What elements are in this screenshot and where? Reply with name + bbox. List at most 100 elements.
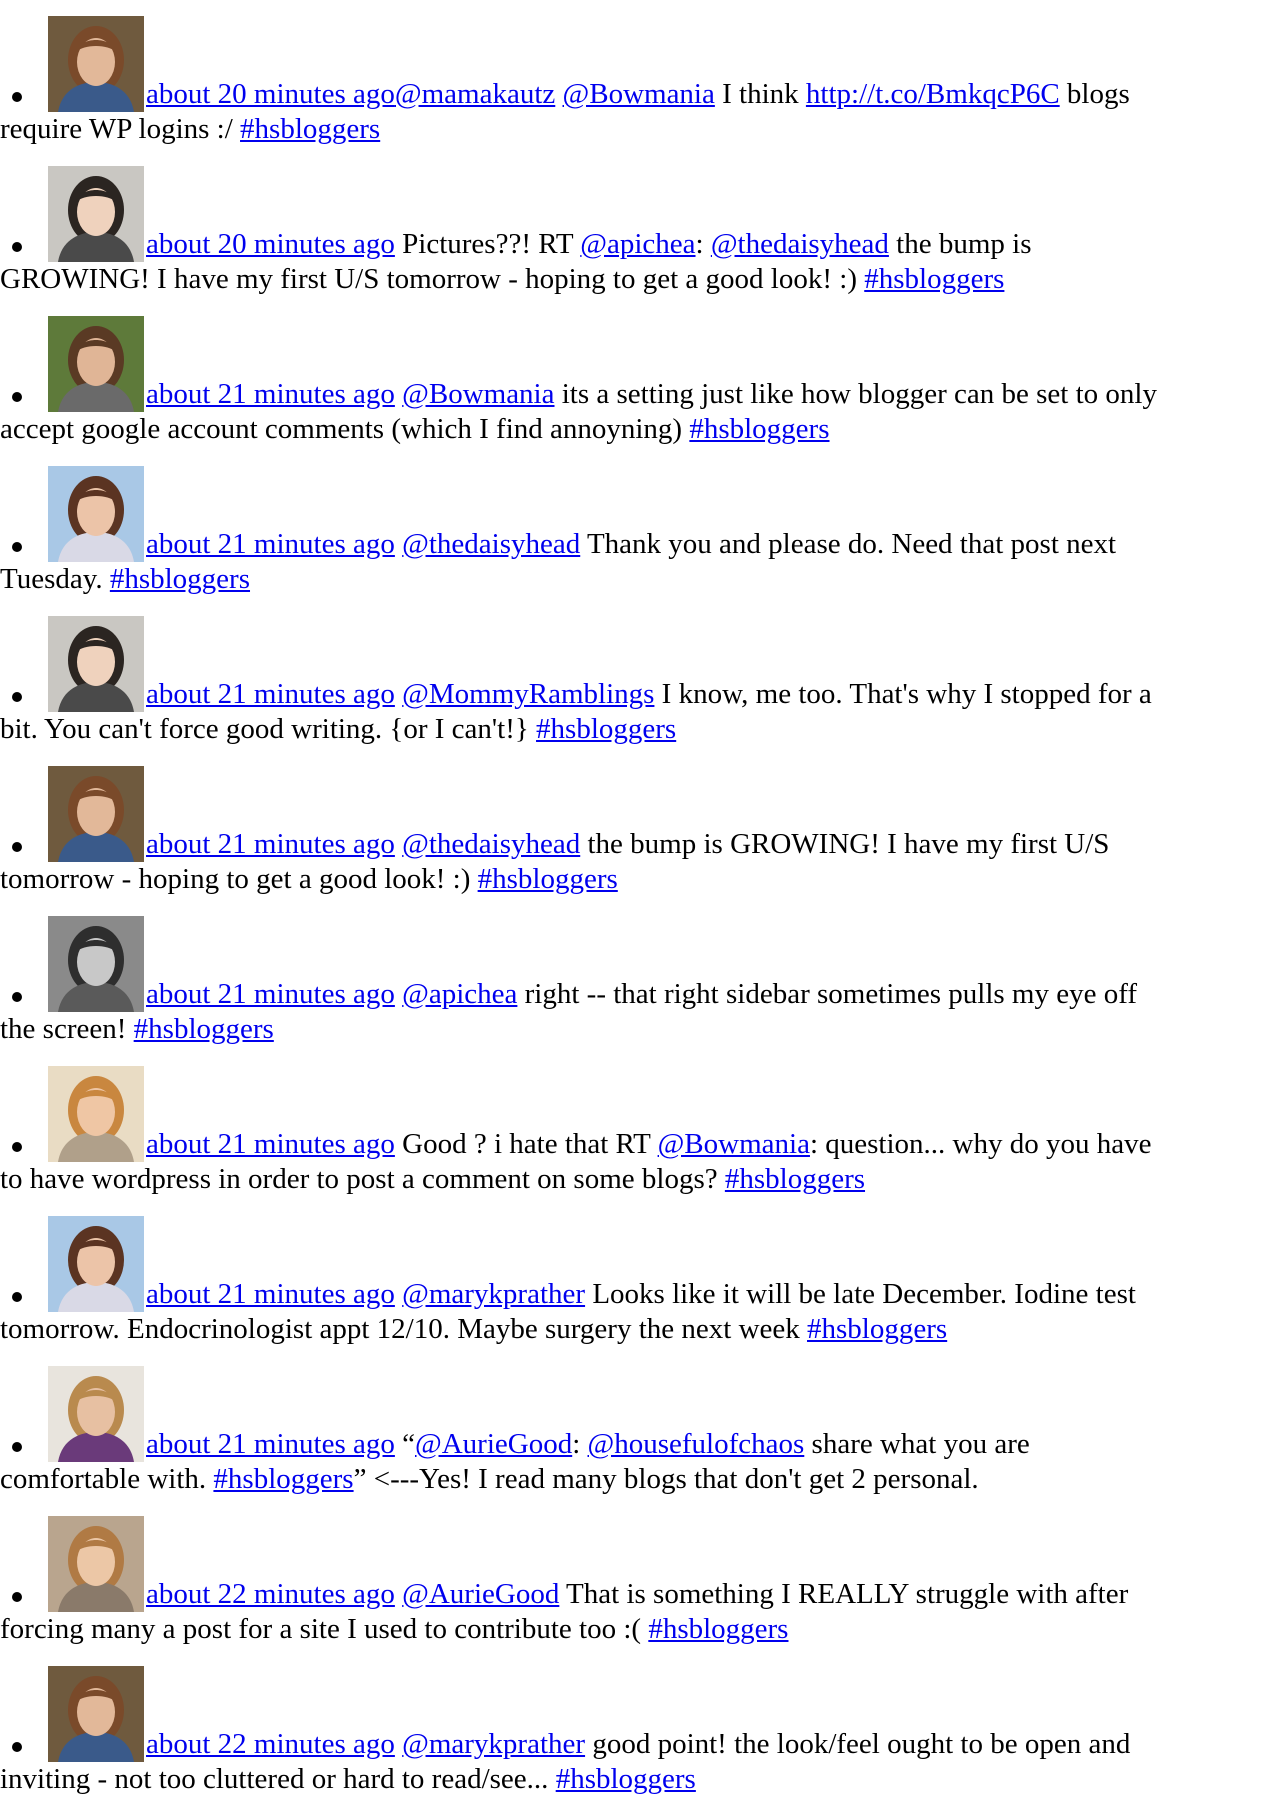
hashtag-link-hsbloggers[interactable]: #hsbloggers — [536, 713, 676, 745]
mention-link-thedaisyhead[interactable]: @thedaisyhead — [402, 828, 580, 860]
tweet-first-line: about 22 minutes ago @AurieGood That is … — [0, 1500, 1270, 1612]
tweet-first-line: about 21 minutes ago @MommyRamblings I k… — [0, 600, 1270, 712]
hashtag-link-hsbloggers[interactable]: #hsbloggers — [864, 263, 1004, 295]
timestamp-link[interactable]: about 21 minutes ago — [146, 678, 395, 710]
mention-link-housefulofchaos[interactable]: @housefulofchaos — [588, 1428, 805, 1460]
hashtag-link-hsbloggers[interactable]: #hsbloggers — [213, 1463, 353, 1495]
avatar[interactable] — [48, 916, 144, 1012]
mention-link-mamakautz[interactable]: @mamakautz — [395, 78, 555, 110]
avatar[interactable] — [48, 466, 144, 562]
tweet-second-line: comfortable with. #hsbloggers” <---Yes! … — [0, 1462, 1270, 1497]
tweet-item: about 21 minutes ago @thedaisyhead Thank… — [0, 450, 1270, 597]
tweet-item: about 22 minutes ago @AurieGood That is … — [0, 1500, 1270, 1647]
tweet-text: Thank you and please do. Need that post … — [580, 528, 1117, 560]
avatar[interactable] — [48, 766, 144, 862]
tweet-text: good point! the look/feel ought to be op… — [585, 1728, 1131, 1760]
tweet-text: bit. You can't force good writing. {or I… — [0, 713, 537, 745]
timestamp-link[interactable]: about 21 minutes ago — [146, 978, 395, 1010]
tweet-first-line: about 20 minutes ago Pictures??! RT @api… — [0, 150, 1270, 262]
tweet-text: “ — [394, 1428, 416, 1460]
mention-link-auriegood[interactable]: @AurieGood — [415, 1428, 572, 1460]
bullet-icon — [12, 1742, 22, 1752]
bullet-icon — [12, 842, 22, 852]
timestamp-link[interactable]: about 22 minutes ago — [146, 1578, 395, 1610]
tweet-first-text: about 20 minutes ago Pictures??! RT @api… — [146, 227, 1032, 262]
tweet-text: Tuesday. — [0, 563, 110, 595]
tweet-item: about 21 minutes ago Good ? i hate that … — [0, 1050, 1270, 1197]
hashtag-link-hsbloggers[interactable]: #hsbloggers — [689, 413, 829, 445]
mention-link-marykprather[interactable]: @marykprather — [402, 1728, 585, 1760]
timestamp-link[interactable]: about 21 minutes ago — [146, 828, 395, 860]
bullet-icon — [12, 1592, 22, 1602]
tweet-first-text: about 21 minutes ago @apichea right -- t… — [146, 977, 1137, 1012]
mention-link-bowmania[interactable]: @Bowmania — [658, 1128, 810, 1160]
avatar[interactable] — [48, 16, 144, 112]
tweet-first-text: about 20 minutes ago@mamakautz @Bowmania… — [146, 77, 1130, 112]
timestamp-link[interactable]: about 20 minutes ago — [146, 228, 395, 260]
tweet-second-line: accept google account comments (which I … — [0, 412, 1270, 447]
mention-link-apichea[interactable]: @apichea — [402, 978, 517, 1010]
hashtag-link-hsbloggers[interactable]: #hsbloggers — [478, 863, 618, 895]
tweet-first-text: about 21 minutes ago @thedaisyhead the b… — [146, 827, 1109, 862]
mention-link-apichea[interactable]: @apichea — [580, 228, 695, 260]
hashtag-link-hsbloggers[interactable]: #hsbloggers — [240, 113, 380, 145]
avatar[interactable] — [48, 166, 144, 262]
tweet-second-line: bit. You can't force good writing. {or I… — [0, 712, 1270, 747]
timestamp-link[interactable]: about 21 minutes ago — [146, 1278, 395, 1310]
hashtag-link-hsbloggers[interactable]: #hsbloggers — [134, 1013, 274, 1045]
url-link[interactable]: http://t.co/BmkqcP6C — [806, 78, 1060, 110]
bullet-icon — [12, 92, 22, 102]
avatar[interactable] — [48, 1666, 144, 1762]
tweet-second-line: the screen! #hsbloggers — [0, 1012, 1270, 1047]
timestamp-link[interactable]: about 20 minutes ago — [146, 78, 395, 110]
bullet-icon — [12, 692, 22, 702]
tweet-second-line: require WP logins :/ #hsbloggers — [0, 112, 1270, 147]
tweet-text: accept google account comments (which I … — [0, 413, 690, 445]
tweet-text: inviting - not too cluttered or hard to … — [0, 1763, 556, 1795]
mention-link-thedaisyhead[interactable]: @thedaisyhead — [711, 228, 889, 260]
tweet-second-line: forcing many a post for a site I used to… — [0, 1612, 1270, 1647]
tweet-first-text: about 22 minutes ago @AurieGood That is … — [146, 1577, 1128, 1612]
hashtag-link-hsbloggers[interactable]: #hsbloggers — [648, 1613, 788, 1645]
tweet-text: I know, me too. That's why I stopped for… — [654, 678, 1152, 710]
mention-link-bowmania[interactable]: @Bowmania — [563, 78, 715, 110]
tweet-first-line: about 21 minutes ago @apichea right -- t… — [0, 900, 1270, 1012]
timestamp-link[interactable]: about 21 minutes ago — [146, 1128, 395, 1160]
hashtag-link-hsbloggers[interactable]: #hsbloggers — [110, 563, 250, 595]
tweet-text: to have wordpress in order to post a com… — [0, 1163, 725, 1195]
tweet-text: : — [572, 1428, 588, 1460]
mention-link-mommyramblings[interactable]: @MommyRamblings — [402, 678, 654, 710]
tweet-text: Pictures??! RT — [394, 228, 581, 260]
avatar[interactable] — [48, 1216, 144, 1312]
avatar[interactable] — [48, 316, 144, 412]
tweet-text: : — [695, 228, 711, 260]
bullet-icon — [12, 242, 22, 252]
tweet-first-text: about 21 minutes ago @Bowmania its a set… — [146, 377, 1157, 412]
timestamp-link[interactable]: about 21 minutes ago — [146, 1428, 395, 1460]
mention-link-bowmania[interactable]: @Bowmania — [402, 378, 554, 410]
tweet-item: about 21 minutes ago @thedaisyhead the b… — [0, 750, 1270, 897]
avatar[interactable] — [48, 1516, 144, 1612]
tweet-first-text: about 21 minutes ago “@AurieGood: @house… — [146, 1427, 1030, 1462]
hashtag-link-hsbloggers[interactable]: #hsbloggers — [556, 1763, 696, 1795]
timestamp-link[interactable]: about 21 minutes ago — [146, 378, 395, 410]
tweet-text: the bump is GROWING! I have my first U/S — [580, 828, 1110, 860]
mention-link-thedaisyhead[interactable]: @thedaisyhead — [402, 528, 580, 560]
bullet-icon — [12, 992, 22, 1002]
avatar[interactable] — [48, 616, 144, 712]
tweet-item: about 21 minutes ago @MommyRamblings I k… — [0, 600, 1270, 747]
hashtag-link-hsbloggers[interactable]: #hsbloggers — [725, 1163, 865, 1195]
mention-link-auriegood[interactable]: @AurieGood — [402, 1578, 559, 1610]
tweet-second-line: Tuesday. #hsbloggers — [0, 562, 1270, 597]
bullet-icon — [12, 1292, 22, 1302]
mention-link-marykprather[interactable]: @marykprather — [402, 1278, 585, 1310]
timestamp-link[interactable]: about 21 minutes ago — [146, 528, 395, 560]
tweet-text: I think — [714, 78, 806, 110]
avatar[interactable] — [48, 1066, 144, 1162]
tweet-text: Looks like it will be late December. Iod… — [585, 1278, 1136, 1310]
avatar[interactable] — [48, 1366, 144, 1462]
tweet-text: require WP logins :/ — [0, 113, 241, 145]
timestamp-link[interactable]: about 22 minutes ago — [146, 1728, 395, 1760]
tweet-item: about 21 minutes ago @marykprather Looks… — [0, 1200, 1270, 1347]
hashtag-link-hsbloggers[interactable]: #hsbloggers — [807, 1313, 947, 1345]
